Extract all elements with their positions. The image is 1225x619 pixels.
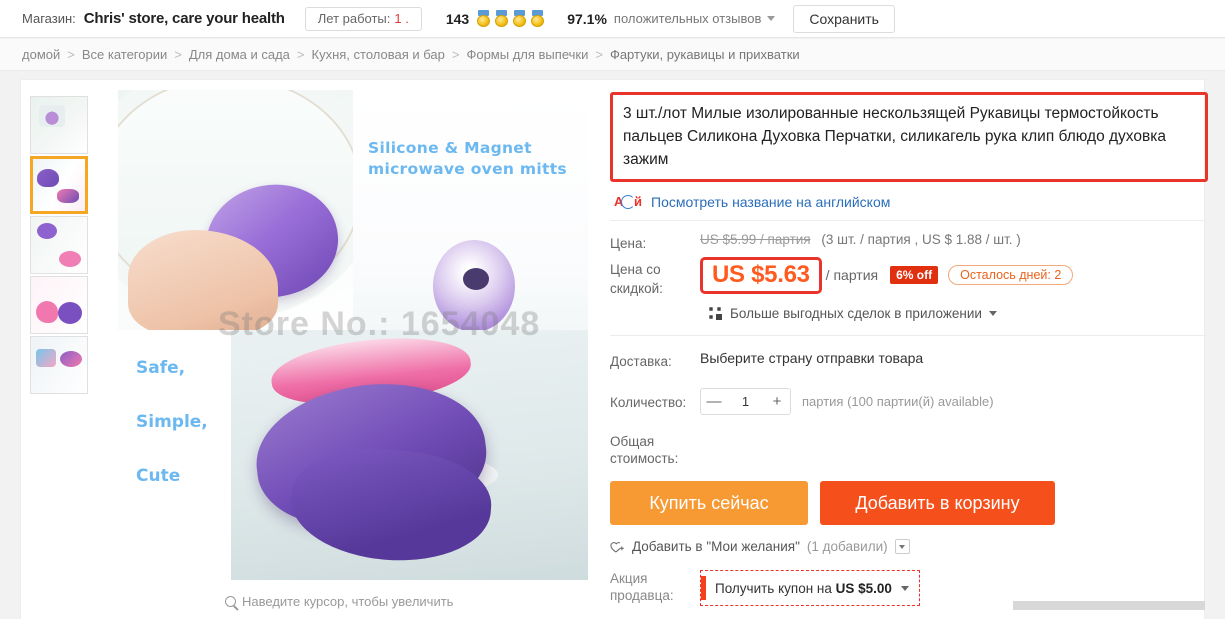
shipping-label: Доставка: bbox=[610, 354, 672, 369]
quantity-stepper[interactable]: — + bbox=[700, 388, 791, 415]
years-label: Лет работы: bbox=[317, 11, 391, 26]
medal-icon bbox=[530, 10, 545, 27]
breadcrumb-separator: > bbox=[174, 47, 182, 62]
purchase-buttons: Купить сейчас Добавить в корзину bbox=[610, 481, 1207, 525]
quantity-label: Количество: bbox=[610, 395, 687, 410]
main-product-image[interactable]: Silicone & Magnet microwave oven mitts S… bbox=[118, 90, 588, 580]
thumbnail-list bbox=[30, 96, 90, 396]
coupon-amount: US $5.00 bbox=[835, 580, 892, 596]
quantity-input[interactable] bbox=[727, 389, 764, 414]
seller-promotion-label: Акция продавца: bbox=[610, 571, 674, 603]
positive-feedback-label[interactable]: положительных отзывов bbox=[614, 11, 761, 26]
image-overlay-title: Silicone & Magnet microwave oven mitts bbox=[368, 139, 567, 178]
add-to-cart-button[interactable]: Добавить в корзину bbox=[820, 481, 1055, 525]
wishlist-count: (1 добавили) bbox=[806, 539, 888, 554]
feature-line-2: Simple, bbox=[136, 412, 208, 432]
zoom-hint-label: Наведите курсор, чтобы увеличить bbox=[242, 594, 454, 609]
breadcrumb-item-home-garden[interactable]: Для дома и сада bbox=[189, 47, 290, 62]
total-cost-label: Общая стоимость: bbox=[610, 434, 679, 466]
discount-price-row: Цена со скидкой: US $5.63 / партия 6% of… bbox=[610, 256, 1207, 298]
feature-line-1: Safe, bbox=[136, 358, 186, 378]
years-in-business-badge: Лет работы: 1 . bbox=[304, 6, 422, 31]
coupon-accent-bar bbox=[701, 576, 706, 600]
medal-icon bbox=[512, 10, 527, 27]
page-title: 3 шт./лот Милые изолированные нескользящ… bbox=[610, 92, 1208, 182]
coupon-label: Получить купон на US $5.00 bbox=[715, 581, 892, 596]
store-name[interactable]: Chris' store, care your health bbox=[84, 10, 285, 27]
breadcrumb-separator: > bbox=[67, 47, 75, 62]
breadcrumb-separator: > bbox=[296, 47, 305, 62]
quantity-decrease-button[interactable]: — bbox=[701, 389, 727, 414]
medal-icon bbox=[494, 10, 509, 27]
magnifier-icon bbox=[225, 596, 236, 607]
quantity-row: Количество: — + партия (100 партии(й) av… bbox=[610, 388, 1207, 415]
translate-icon: Aй bbox=[614, 194, 642, 209]
discount-price-label: Цена со скидкой: bbox=[610, 262, 663, 296]
product-info: 3 шт./лот Милые изолированные нескользящ… bbox=[610, 92, 1208, 606]
price-section: Цена: US $5.99 / партия (3 шт. / партия … bbox=[610, 221, 1207, 321]
years-value: 1 . bbox=[394, 11, 409, 26]
feedback-count: 143 bbox=[445, 10, 470, 27]
breadcrumb-separator: > bbox=[595, 47, 603, 62]
wishlist-label[interactable]: Добавить в "Мои желания" bbox=[632, 539, 800, 554]
thumbnail-4[interactable] bbox=[30, 276, 88, 334]
price-row: Цена: US $5.99 / партия (3 шт. / партия … bbox=[610, 232, 1207, 253]
product-photo-top-right: Silicone & Magnet microwave oven mitts bbox=[353, 90, 588, 332]
coupon-prefix: Получить купон на bbox=[715, 580, 832, 596]
breadcrumb-item-home[interactable]: домой bbox=[22, 47, 60, 62]
product-photo-bottom-left: Safe, Simple, Cute bbox=[118, 330, 231, 580]
medal-rating bbox=[476, 10, 545, 27]
stock-note: партия (100 партии(й) available) bbox=[802, 394, 994, 409]
app-deals-label: Больше выгодных сделок в приложении bbox=[730, 306, 982, 321]
product-photo-bottom-right bbox=[231, 330, 588, 580]
wishlist-row[interactable]: Добавить в "Мои желания" (1 добавили) bbox=[610, 539, 1207, 554]
breadcrumb-item-bakeware[interactable]: Формы для выпечки bbox=[466, 47, 588, 62]
product-photo-top-left bbox=[118, 90, 378, 335]
thumbnail-2[interactable] bbox=[30, 156, 88, 214]
quantity-increase-button[interactable]: + bbox=[764, 389, 790, 414]
chevron-down-icon[interactable] bbox=[767, 16, 776, 21]
thumbnail-1[interactable] bbox=[30, 96, 88, 154]
horizontal-scrollbar[interactable] bbox=[1013, 601, 1205, 610]
coupon-button[interactable]: Получить купон на US $5.00 bbox=[700, 570, 920, 606]
discount-price-highlight: US $5.63 bbox=[700, 256, 822, 294]
price-breakdown: (3 шт. / партия , US $ 1.88 / шт. ) bbox=[821, 232, 1021, 247]
medal-icon bbox=[476, 10, 491, 27]
price-label: Цена: bbox=[610, 236, 647, 251]
store-label: Магазин: bbox=[22, 11, 76, 26]
zoom-hint: Наведите курсор, чтобы увеличить bbox=[225, 594, 453, 609]
qr-code-icon bbox=[708, 306, 723, 321]
translate-title-row[interactable]: Aй Посмотреть название на английском bbox=[614, 193, 1207, 211]
shipping-section: Доставка: Выберите страну отправки товар… bbox=[610, 336, 1207, 606]
days-left-badge: Осталось дней: 2 bbox=[948, 265, 1074, 285]
breadcrumb-item-current: Фартуки, рукавицы и прихватки bbox=[609, 47, 800, 62]
shipping-country-select[interactable]: Выберите страну отправки товара bbox=[700, 350, 923, 366]
breadcrumb: домой > Все категории > Для дома и сада … bbox=[0, 39, 1225, 71]
translate-link[interactable]: Посмотреть название на английском bbox=[651, 194, 890, 210]
save-button-label: Сохранить bbox=[809, 10, 879, 27]
discount-badge: 6% off bbox=[890, 266, 939, 284]
save-store-button[interactable]: Сохранить bbox=[793, 4, 895, 33]
positive-percent: 97.1% bbox=[567, 10, 607, 27]
discount-price-value: US $5.63 bbox=[712, 260, 810, 288]
thumbnail-5[interactable] bbox=[30, 336, 88, 394]
breadcrumb-separator: > bbox=[451, 47, 460, 62]
chevron-down-icon[interactable] bbox=[900, 585, 909, 591]
original-price: US $5.99 / партия bbox=[700, 232, 811, 247]
price-unit: / партия bbox=[825, 267, 879, 283]
wishlist-dropdown-button[interactable] bbox=[894, 539, 910, 554]
app-deals-link[interactable]: Больше выгодных сделок в приложении bbox=[708, 306, 1207, 321]
feature-line-3: Cute bbox=[136, 466, 181, 486]
chevron-down-icon[interactable] bbox=[988, 311, 997, 316]
heart-plus-icon bbox=[610, 540, 625, 554]
breadcrumb-item-all-categories[interactable]: Все категории bbox=[82, 47, 167, 62]
thumbnail-3[interactable] bbox=[30, 216, 88, 274]
store-header-bar: Магазин: Chris' store, care your health … bbox=[0, 0, 1225, 38]
breadcrumb-item-kitchen[interactable]: Кухня, столовая и бар bbox=[312, 47, 445, 62]
total-cost-row: Общая стоимость: bbox=[610, 433, 1207, 467]
buy-now-button[interactable]: Купить сейчас bbox=[610, 481, 808, 525]
shipping-row: Доставка: Выберите страну отправки товар… bbox=[610, 350, 1207, 371]
